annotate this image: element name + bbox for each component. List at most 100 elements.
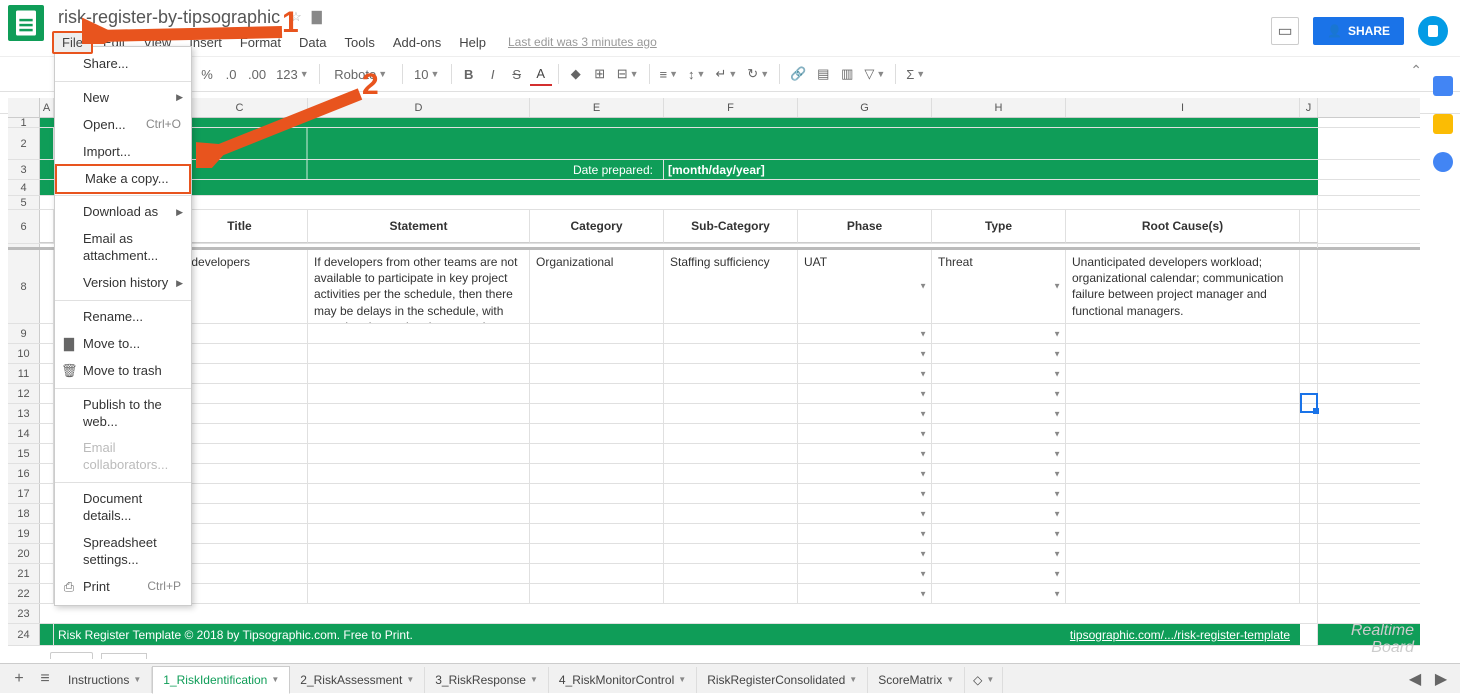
cell[interactable] bbox=[530, 584, 664, 603]
document-title[interactable]: risk-register-by-tipsographic bbox=[52, 5, 286, 30]
cell[interactable] bbox=[1066, 364, 1300, 383]
menu-make-copy[interactable]: Make a copy... bbox=[55, 164, 191, 195]
cell[interactable] bbox=[308, 444, 530, 463]
cell[interactable] bbox=[172, 584, 308, 603]
cell[interactable] bbox=[530, 444, 664, 463]
row-header[interactable]: 8 bbox=[8, 250, 40, 323]
cell[interactable] bbox=[664, 464, 798, 483]
increase-decimal-button[interactable]: .00 bbox=[244, 62, 270, 86]
cell[interactable] bbox=[932, 404, 1066, 423]
merge-cells-button[interactable]: ⊟▼ bbox=[613, 62, 643, 86]
date-prepared-value[interactable]: [month/day/year] bbox=[664, 160, 1318, 179]
decrease-decimal-button[interactable]: .0 bbox=[220, 62, 242, 86]
menu-download[interactable]: Download as▶ bbox=[55, 199, 191, 226]
menu-email-attachment[interactable]: Email as attachment... bbox=[55, 226, 191, 270]
collapse-toolbar-icon[interactable]: ⌃ bbox=[1410, 62, 1422, 79]
scroll-tabs-right-icon[interactable]: ▶ bbox=[1428, 666, 1454, 692]
header-statement[interactable]: Statement bbox=[308, 210, 530, 243]
cell[interactable] bbox=[932, 484, 1066, 503]
cell[interactable] bbox=[40, 244, 1318, 248]
row-header[interactable]: 12 bbox=[8, 384, 40, 403]
cell[interactable] bbox=[664, 504, 798, 523]
calendar-icon[interactable] bbox=[1433, 76, 1453, 96]
cell[interactable] bbox=[530, 324, 664, 343]
menu-publish[interactable]: Publish to the web... bbox=[55, 392, 191, 436]
add-sheet-button[interactable]: + bbox=[6, 666, 32, 692]
cell[interactable] bbox=[798, 364, 932, 383]
menu-move-to[interactable]: ▇Move to... bbox=[55, 331, 191, 358]
cell[interactable] bbox=[1066, 424, 1300, 443]
cell[interactable] bbox=[1300, 384, 1318, 403]
menu-rename[interactable]: Rename... bbox=[55, 304, 191, 331]
cell[interactable] bbox=[664, 444, 798, 463]
cell[interactable] bbox=[1300, 624, 1318, 645]
cell[interactable] bbox=[1066, 444, 1300, 463]
add-rows-button[interactable]: Add bbox=[50, 652, 93, 659]
menu-document-details[interactable]: Document details... bbox=[55, 486, 191, 530]
cell[interactable] bbox=[932, 524, 1066, 543]
row-header[interactable]: 5 bbox=[8, 196, 40, 209]
cell[interactable] bbox=[798, 544, 932, 563]
row-header[interactable]: 16 bbox=[8, 464, 40, 483]
cell[interactable] bbox=[664, 424, 798, 443]
cell[interactable] bbox=[40, 424, 54, 443]
cell[interactable] bbox=[530, 524, 664, 543]
cell[interactable] bbox=[798, 404, 932, 423]
sheet-tab[interactable]: ScoreMatrix▼ bbox=[868, 667, 965, 693]
font-family-select[interactable]: Roboto▼ bbox=[326, 62, 396, 86]
row-header[interactable]: 24 bbox=[8, 624, 40, 645]
row-header[interactable]: 6 bbox=[8, 210, 40, 243]
menu-new[interactable]: New▶ bbox=[55, 85, 191, 112]
menu-move-to-trash[interactable]: 🗑Move to trash bbox=[55, 358, 191, 385]
share-button[interactable]: 👤 SHARE bbox=[1313, 17, 1404, 45]
cell[interactable] bbox=[1066, 484, 1300, 503]
header-subcategory[interactable]: Sub-Category bbox=[664, 210, 798, 243]
cell[interactable] bbox=[798, 324, 932, 343]
menu-file[interactable]: File bbox=[52, 31, 93, 54]
row-header[interactable]: 11 bbox=[8, 364, 40, 383]
footer-link[interactable]: tipsographic.com/.../risk-register-templ… bbox=[794, 624, 1300, 645]
tasks-icon[interactable] bbox=[1433, 152, 1453, 172]
cell[interactable] bbox=[172, 524, 308, 543]
cell[interactable] bbox=[1300, 484, 1318, 503]
cell[interactable] bbox=[798, 484, 932, 503]
insert-chart-button[interactable]: ▥ bbox=[836, 62, 858, 86]
cell[interactable] bbox=[172, 384, 308, 403]
cell[interactable] bbox=[308, 584, 530, 603]
cell[interactable] bbox=[40, 564, 54, 583]
sheet-tab[interactable]: 3_RiskResponse▼ bbox=[425, 667, 549, 693]
cell[interactable] bbox=[308, 344, 530, 363]
cell[interactable] bbox=[172, 564, 308, 583]
fill-color-button[interactable]: ◆ bbox=[565, 62, 587, 86]
row-header[interactable]: 21 bbox=[8, 564, 40, 583]
cell[interactable] bbox=[1066, 344, 1300, 363]
header-type[interactable]: Type bbox=[932, 210, 1066, 243]
cell[interactable] bbox=[798, 444, 932, 463]
cell[interactable] bbox=[172, 364, 308, 383]
menu-help[interactable]: Help bbox=[451, 31, 494, 54]
cell[interactable] bbox=[932, 324, 1066, 343]
cell[interactable] bbox=[932, 364, 1066, 383]
col-header-J[interactable]: J bbox=[1300, 98, 1318, 117]
cell[interactable] bbox=[40, 444, 54, 463]
cell[interactable] bbox=[40, 604, 1318, 623]
cell[interactable] bbox=[308, 364, 530, 383]
cell[interactable] bbox=[1300, 424, 1318, 443]
cell[interactable] bbox=[1066, 464, 1300, 483]
cell[interactable] bbox=[40, 464, 54, 483]
menu-share[interactable]: Share... bbox=[55, 51, 191, 78]
cell-statement[interactable]: If developers from other teams are not a… bbox=[308, 250, 530, 323]
cell-type[interactable]: Threat bbox=[932, 250, 1066, 323]
cell[interactable] bbox=[40, 180, 1318, 195]
spreadsheet-grid[interactable]: A B C D E F G H I J 1 2 tion 3 Date prep… bbox=[8, 98, 1420, 659]
sheet-tab-overflow[interactable]: ◇▼ bbox=[965, 667, 1003, 693]
cell[interactable] bbox=[664, 324, 798, 343]
scroll-tabs-left-icon[interactable]: ◀ bbox=[1402, 666, 1428, 692]
cell[interactable] bbox=[40, 210, 54, 243]
cell[interactable] bbox=[798, 464, 932, 483]
text-wrap-button[interactable]: ↵▼ bbox=[711, 62, 741, 86]
cell[interactable] bbox=[798, 344, 932, 363]
cell[interactable] bbox=[172, 444, 308, 463]
cell[interactable] bbox=[1300, 444, 1318, 463]
cell[interactable] bbox=[40, 118, 1318, 127]
